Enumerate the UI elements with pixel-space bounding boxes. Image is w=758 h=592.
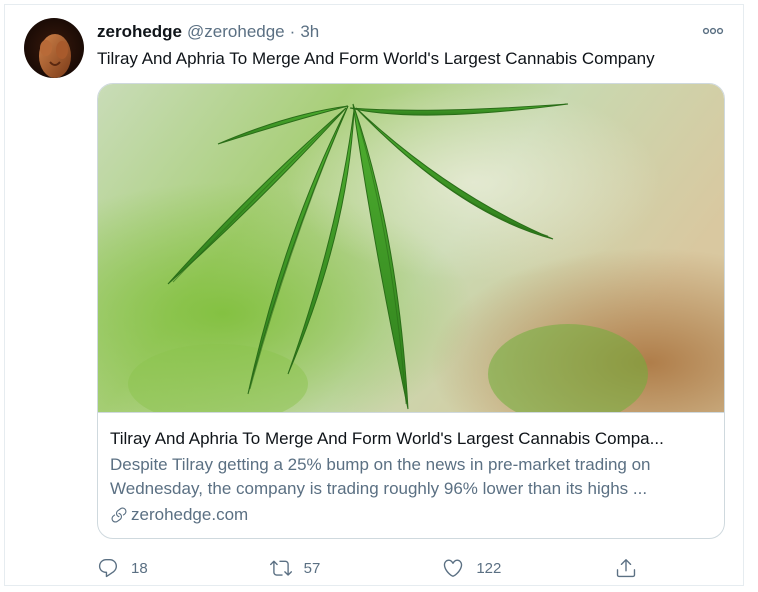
card-info[interactable]: Tilray And Aphria To Merge And Form Worl… xyxy=(98,412,724,538)
reply-button[interactable]: 18 xyxy=(97,557,227,579)
share-icon xyxy=(616,559,636,578)
link-card[interactable]: Tilray And Aphria To Merge And Form Worl… xyxy=(97,83,725,539)
card-domain[interactable]: zerohedge.com xyxy=(110,503,712,527)
more-options-icon[interactable] xyxy=(701,21,725,41)
separator-dot: · xyxy=(289,22,296,41)
tweet-actions: 18 57 122 xyxy=(97,553,637,583)
card-description: Despite Tilray getting a 25% bump on the… xyxy=(110,455,651,498)
like-button[interactable]: 122 xyxy=(442,557,572,579)
display-name[interactable]: zerohedge xyxy=(97,22,182,42)
heart-icon xyxy=(444,559,463,577)
user-handle[interactable]: @zerohedge xyxy=(187,22,285,42)
retweet-icon xyxy=(269,560,292,576)
card-image[interactable] xyxy=(98,84,724,424)
reply-icon xyxy=(98,559,118,578)
retweet-count: 57 xyxy=(303,559,321,577)
tweet-header: zerohedge @zerohedge · 3h xyxy=(97,21,319,43)
share-button[interactable] xyxy=(615,557,637,579)
tweet[interactable]: zerohedge @zerohedge · 3h Tilray And Aph… xyxy=(4,4,744,586)
card-domain-text: zerohedge.com xyxy=(131,505,249,524)
reply-count: 18 xyxy=(131,559,148,577)
link-icon xyxy=(111,507,127,523)
timestamp[interactable]: 3h xyxy=(300,22,319,42)
avatar[interactable] xyxy=(24,18,84,78)
tweet-text: Tilray And Aphria To Merge And Form Worl… xyxy=(97,49,655,68)
retweet-button[interactable]: 57 xyxy=(269,557,400,579)
like-count: 122 xyxy=(476,559,502,577)
card-title[interactable]: Tilray And Aphria To Merge And Form Worl… xyxy=(110,427,712,451)
